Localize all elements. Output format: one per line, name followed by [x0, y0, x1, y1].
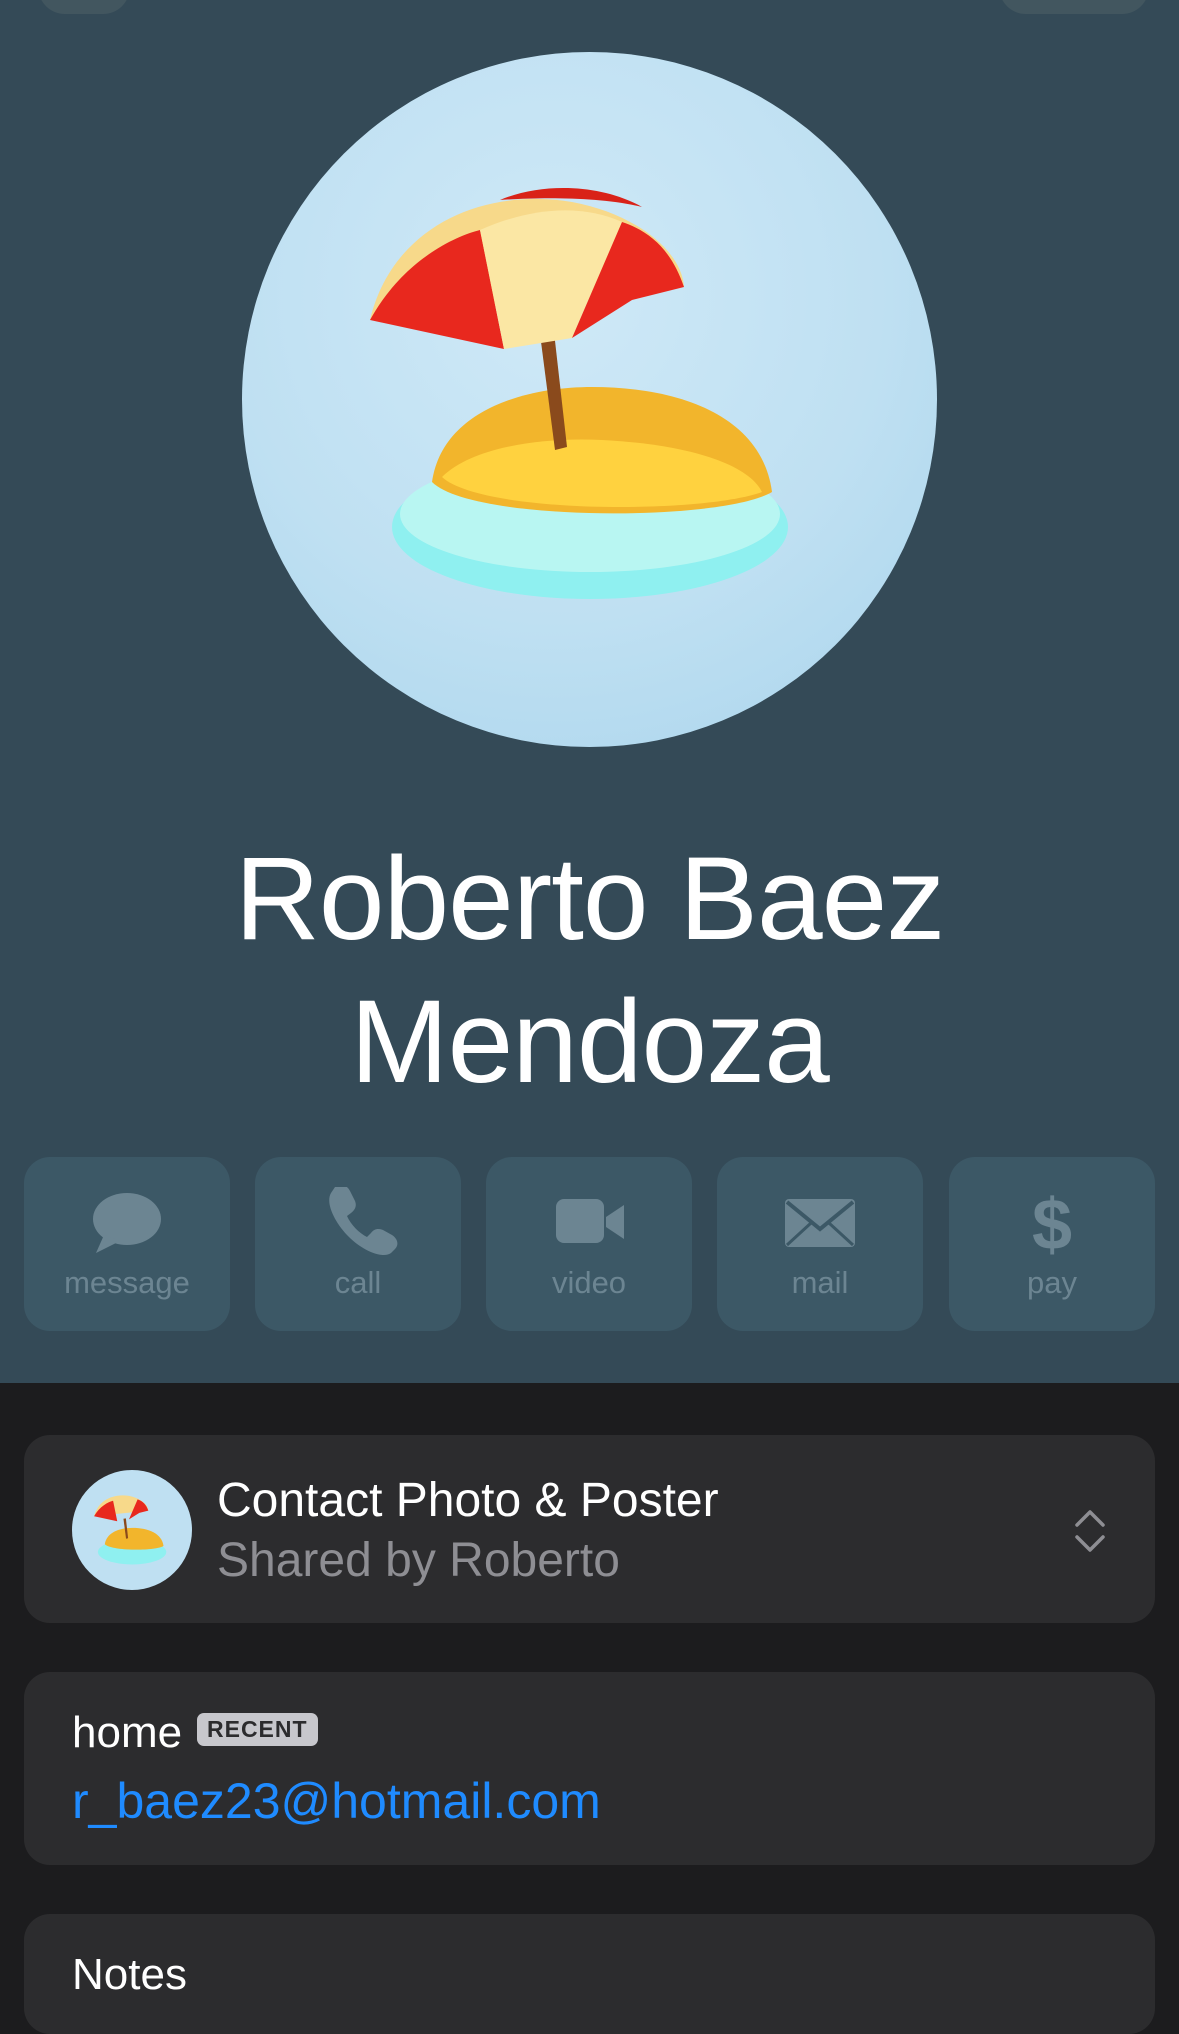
- phone-icon: [329, 1187, 398, 1255]
- message-bubble-icon: [93, 1193, 161, 1253]
- pay-button[interactable]: $ pay: [949, 1157, 1155, 1331]
- poster-title: Contact Photo & Poster: [217, 1474, 719, 1527]
- contact-name: Roberto Baez Mendoza: [234, 833, 946, 1108]
- message-button[interactable]: message: [24, 1157, 230, 1331]
- contact-header: Roberto Baez Mendoza message call video: [0, 0, 1179, 1383]
- contact-photo-poster-row[interactable]: Contact Photo & Poster Shared by Roberto: [24, 1435, 1155, 1623]
- recent-badge: RECENT: [197, 1713, 318, 1746]
- video-camera-icon: [556, 1199, 624, 1243]
- beach-umbrella-island-icon: [370, 187, 788, 599]
- chevron-up-down-icon: [1075, 1510, 1105, 1552]
- poster-subtitle: Shared by Roberto: [217, 1534, 620, 1587]
- svg-text:$: $: [1032, 1187, 1072, 1257]
- email-row[interactable]: home RECENT r_baez23@hotmail.com: [24, 1672, 1155, 1865]
- poster-thumbnail: [72, 1470, 192, 1590]
- beach-umbrella-island-icon: [94, 1495, 167, 1565]
- email-label: home: [72, 1708, 183, 1757]
- email-link[interactable]: r_baez23@hotmail.com: [72, 1772, 601, 1830]
- quick-actions: message call video mail $ pay: [24, 1157, 1155, 1331]
- call-button[interactable]: call: [255, 1157, 461, 1331]
- mail-button[interactable]: mail: [717, 1157, 923, 1331]
- envelope-icon: [785, 1199, 855, 1247]
- video-button[interactable]: video: [486, 1157, 692, 1331]
- notes-label: Notes: [72, 1950, 187, 1999]
- dollar-icon: $: [1032, 1187, 1072, 1257]
- back-button[interactable]: [38, 0, 130, 14]
- contact-avatar[interactable]: [242, 52, 937, 747]
- edit-button[interactable]: [999, 0, 1149, 14]
- notes-row[interactable]: Notes: [24, 1914, 1155, 2034]
